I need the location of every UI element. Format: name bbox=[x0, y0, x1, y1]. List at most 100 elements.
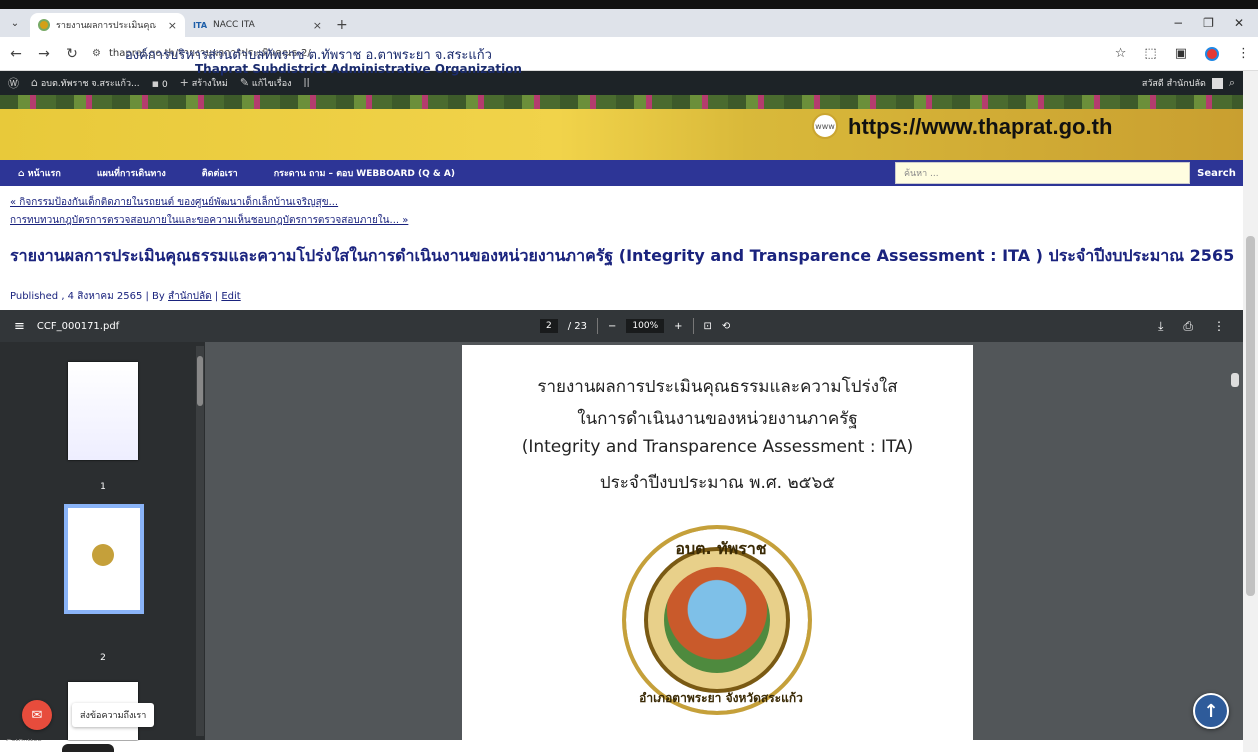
profile-avatar[interactable] bbox=[1205, 46, 1219, 61]
thumbnail-page-2[interactable] bbox=[64, 504, 144, 614]
comment-icon: ▪ bbox=[151, 76, 160, 90]
page-scrollbar[interactable] bbox=[1243, 71, 1258, 752]
seal-top-text: อบต. ทัพราช bbox=[675, 539, 767, 558]
site-info-icon[interactable]: ⚙ bbox=[92, 48, 101, 59]
pdf-toolbar: ≡ CCF_000171.pdf 2 / 23 − 100% + ⊡ ⟲ ⤓ ⎙… bbox=[0, 310, 1243, 342]
org-name-english: Thaprat Subdistrict Administrative Organ… bbox=[195, 62, 522, 76]
wp-new[interactable]: + สร้างใหม่ bbox=[180, 76, 228, 90]
search-input[interactable]: ค้นหา ... bbox=[895, 162, 1190, 184]
bottom-strip bbox=[0, 741, 1243, 752]
scroll-thumb[interactable] bbox=[1246, 236, 1255, 596]
nav-label: หน้าแรก bbox=[27, 169, 61, 179]
chat-button[interactable]: ✉ bbox=[22, 700, 52, 730]
pdf-menu-icon[interactable]: ≡ bbox=[14, 319, 25, 334]
search-button[interactable]: Search bbox=[1190, 160, 1243, 186]
nav-item-webboard[interactable]: กระดาน ถาม – ตอบ WEBBOARD (Q & A) bbox=[274, 166, 455, 180]
previous-post-link[interactable]: « กิจกรรมป้องกันเด็กติดภายในรถยนต์ ของศู… bbox=[10, 195, 338, 210]
thumbnail-number: 2 bbox=[100, 653, 106, 663]
comment-count: 0 bbox=[161, 79, 168, 90]
org-seal: อบต. ทัพราช อำเภอตาพระยา จังหวัดสระแก้ว bbox=[622, 525, 812, 715]
download-icon[interactable]: ⤓ bbox=[1158, 319, 1163, 334]
restore-icon[interactable]: ❐ bbox=[1203, 16, 1214, 30]
author-link[interactable]: สำนักปลัด bbox=[168, 291, 212, 302]
sidebar-icon[interactable]: ▣ bbox=[1175, 46, 1187, 61]
wp-site-link[interactable]: ⌂ อบต.ทัพราช จ.สระแก้ว... bbox=[31, 76, 140, 90]
pdf-more-icon[interactable]: ⋮ bbox=[1213, 319, 1225, 334]
nav-item-map[interactable]: แผนที่การเดินทาง bbox=[97, 166, 166, 180]
www-globe-icon: www bbox=[812, 113, 838, 139]
zoom-out-icon[interactable]: − bbox=[608, 321, 616, 332]
nav-item-home[interactable]: ⌂ หน้าแรก bbox=[18, 166, 61, 180]
scroll-thumb[interactable] bbox=[1231, 373, 1239, 387]
window-controls: − ❐ ✕ bbox=[1173, 9, 1258, 37]
forward-icon[interactable]: → bbox=[36, 46, 52, 62]
print-icon[interactable]: ⎙ bbox=[1183, 319, 1193, 334]
close-tab-icon[interactable]: × bbox=[313, 19, 322, 32]
wp-comments[interactable]: ▪ 0 bbox=[152, 77, 168, 90]
window-top-strip bbox=[0, 0, 1258, 9]
wordpress-logo-icon[interactable]: Ⓦ bbox=[8, 75, 19, 91]
new-tab-icon[interactable]: + bbox=[330, 13, 354, 37]
wp-bars-icon: || bbox=[303, 78, 310, 88]
bookmark-star-icon[interactable]: ☆ bbox=[1115, 46, 1127, 61]
wp-edit[interactable]: ✎ แก้ไขเรื่อง bbox=[240, 76, 292, 90]
bottom-tab-indicator bbox=[62, 744, 114, 752]
user-avatar[interactable] bbox=[1211, 77, 1223, 89]
thumbnail-page-1[interactable] bbox=[68, 362, 138, 460]
site-favicon-icon bbox=[38, 19, 50, 31]
chat-tooltip[interactable]: ส่งข้อความถึงเรา bbox=[72, 703, 155, 727]
search-icon[interactable]: ⌕ bbox=[1229, 76, 1235, 90]
scroll-to-top-button[interactable]: ↑ bbox=[1193, 693, 1229, 729]
pdf-scrollbar[interactable] bbox=[1229, 345, 1241, 737]
post-title: รายงานผลการประเมินคุณธรรมและความโปร่งใสใ… bbox=[10, 246, 1235, 265]
flower-decoration bbox=[0, 95, 1243, 109]
pencil-icon: ✎ bbox=[239, 76, 250, 89]
reload-icon[interactable]: ↻ bbox=[64, 46, 80, 62]
page-line: ในการดำเนินงานของหน่วยงานภาครัฐ bbox=[577, 409, 858, 429]
tab-search-icon[interactable]: ⌄ bbox=[0, 9, 30, 37]
close-tab-icon[interactable]: × bbox=[168, 19, 177, 32]
minimize-icon[interactable]: − bbox=[1173, 16, 1183, 30]
page-line: ประจำปีงบประมาณ พ.ศ. ๒๕๖๕ bbox=[599, 473, 836, 493]
thumbnail-number: 1 bbox=[100, 482, 106, 492]
site-url-banner: https://www.thaprat.go.th bbox=[848, 114, 1113, 139]
close-window-icon[interactable]: ✕ bbox=[1234, 16, 1244, 30]
browser-tab-nacc[interactable]: ITA NACC ITA × bbox=[185, 13, 330, 37]
total-pages: / 23 bbox=[567, 320, 588, 332]
thumbnail-scrollbar[interactable] bbox=[196, 346, 204, 736]
browser-menu-icon[interactable]: ⋮ bbox=[1237, 46, 1250, 61]
home-icon: ⌂ bbox=[31, 76, 38, 89]
wp-greeting[interactable]: สวัสดี สำนักปลัด bbox=[1142, 76, 1206, 90]
edit-link[interactable]: Edit bbox=[221, 291, 240, 302]
published-date: Published , 4 สิงหาคม 2565 | By bbox=[10, 291, 165, 302]
nacc-favicon-icon: ITA bbox=[193, 20, 208, 30]
zoom-in-icon[interactable]: + bbox=[674, 321, 682, 332]
pdf-filename: CCF_000171.pdf bbox=[36, 320, 120, 332]
site-name: อบต.ทัพราช จ.สระแก้ว... bbox=[40, 79, 140, 89]
wp-admin-bar: Ⓦ ⌂ อบต.ทัพราช จ.สระแก้ว... ▪ 0 + สร้างใ… bbox=[0, 71, 1243, 95]
tab-title: NACC ITA bbox=[213, 20, 255, 30]
plus-icon: + bbox=[179, 76, 189, 89]
seal-bottom-text: อำเภอตาพระยา จังหวัดสระแก้ว bbox=[639, 691, 803, 705]
page-number-input[interactable]: 2 bbox=[540, 319, 558, 333]
zoom-level[interactable]: 100% bbox=[626, 319, 665, 333]
scroll-thumb[interactable] bbox=[197, 356, 203, 406]
arrow-up-icon: ↑ bbox=[1203, 700, 1219, 722]
divider bbox=[597, 318, 599, 334]
extensions-icon[interactable]: ⬚ bbox=[1144, 46, 1156, 61]
browser-tab-active[interactable]: รายงานผลการประเมินคุณธรรมและ × bbox=[30, 13, 185, 37]
post-meta: Published , 4 สิงหาคม 2565 | By สำนักปลั… bbox=[10, 291, 241, 302]
divider bbox=[692, 318, 694, 334]
fit-page-icon[interactable]: ⊡ bbox=[704, 321, 712, 332]
browser-tab-bar: ⌄ รายงานผลการประเมินคุณธรรมและ × ITA NAC… bbox=[0, 9, 1258, 37]
page-line: รายงานผลการประเมินคุณธรรมและความโปร่งใส bbox=[537, 377, 898, 397]
tab-title: รายงานผลการประเมินคุณธรรมและ bbox=[56, 21, 156, 31]
nav-item-contact[interactable]: ติดต่อเรา bbox=[202, 166, 238, 180]
page-line: (Integrity and Transparence Assessment :… bbox=[521, 437, 914, 457]
next-post-link[interactable]: การทบทวนกฎบัตรการตรวจสอบภายในและขอความเห… bbox=[10, 213, 408, 228]
pdf-viewer: 1 2 รายงานผลการประเมินคุณธรรมและความโปร่… bbox=[0, 342, 1243, 740]
back-icon[interactable]: ← bbox=[8, 46, 24, 62]
chat-bubble-icon: ✉ bbox=[31, 707, 43, 723]
rotate-icon[interactable]: ⟲ bbox=[722, 321, 730, 332]
new-label: สร้างใหม่ bbox=[191, 79, 228, 89]
